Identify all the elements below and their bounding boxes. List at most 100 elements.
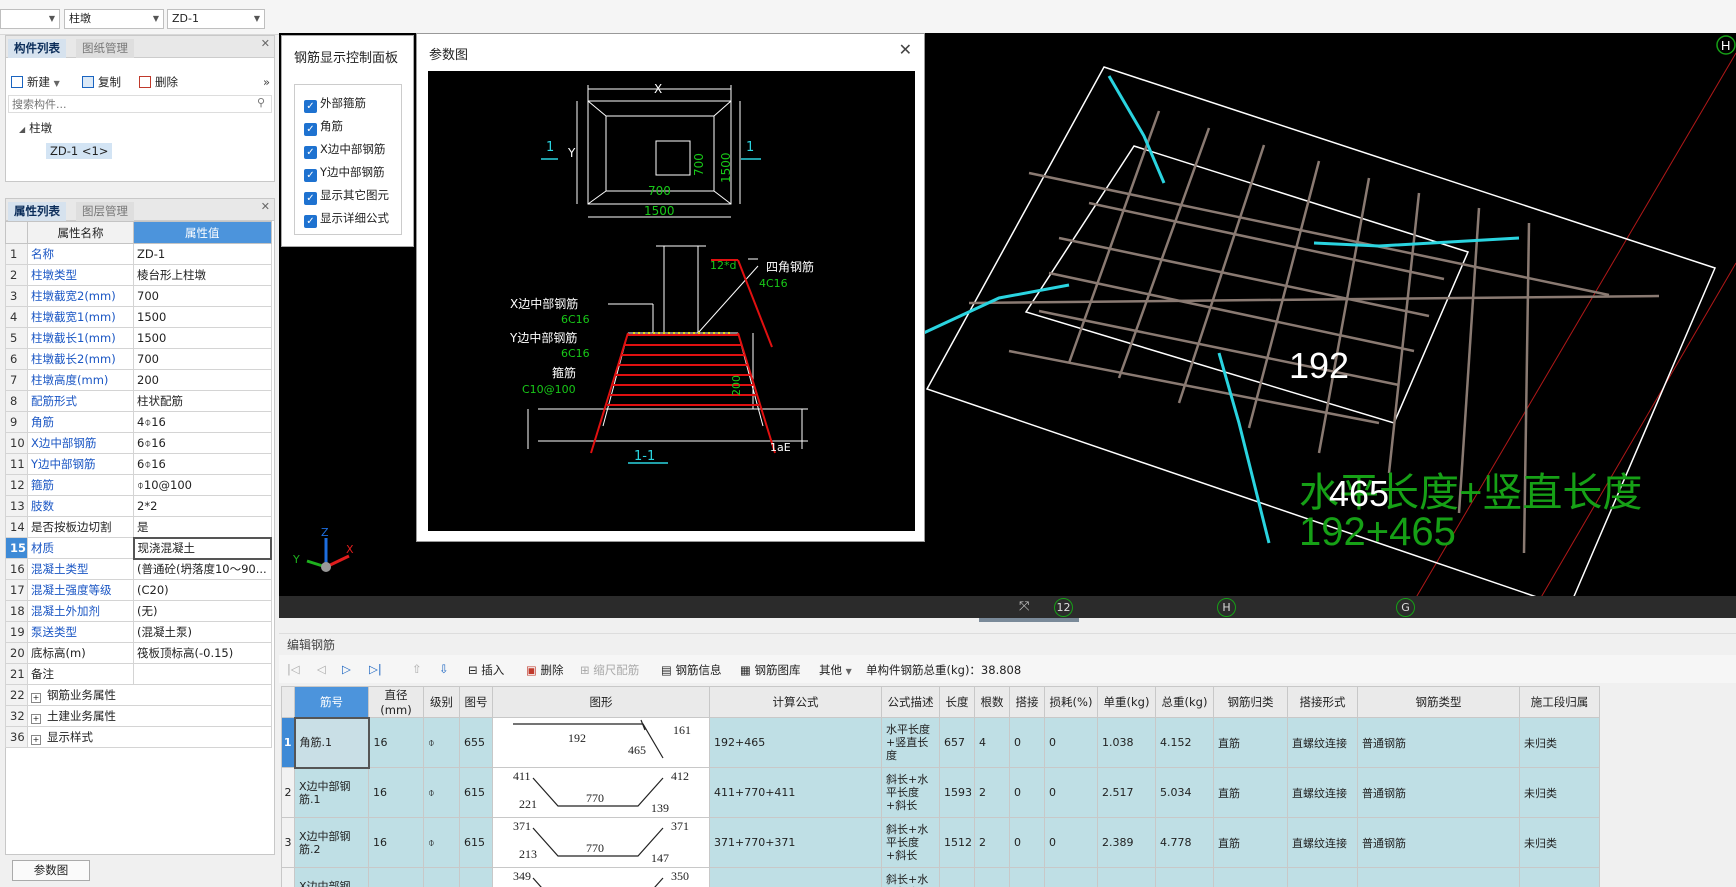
rebar-unit-weight[interactable]: 2.321 bbox=[1097, 867, 1156, 887]
rebar-loss[interactable]: 0 bbox=[1044, 717, 1098, 768]
rebar-name[interactable]: 角筋.1 bbox=[293, 716, 370, 769]
rebar-type[interactable]: 普通钢筋 bbox=[1357, 717, 1520, 768]
tab-attr-list[interactable]: 属性列表 bbox=[8, 202, 66, 221]
component-select[interactable]: ZD-1 ▼ bbox=[167, 9, 265, 29]
checkbox-checked-icon[interactable]: ✓ bbox=[304, 100, 317, 113]
attr-value[interactable]: 1500 bbox=[133, 306, 272, 328]
rebar-col-header[interactable]: 总重(kg) bbox=[1155, 686, 1214, 718]
rebar-unit-weight[interactable]: 1.038 bbox=[1097, 717, 1156, 768]
first-icon[interactable]: |◁ bbox=[287, 662, 300, 676]
attr-value[interactable]: 是 bbox=[133, 516, 272, 538]
rebar-formula[interactable]: 192+465 bbox=[709, 717, 882, 768]
rebar-col-header[interactable]: 根数 bbox=[974, 686, 1010, 718]
fit-view-icon[interactable]: ⤧ bbox=[1019, 599, 1029, 614]
attr-row[interactable]: 21 备注 bbox=[5, 663, 272, 685]
rebar-col-header[interactable]: 图形 bbox=[492, 686, 710, 718]
rebar-formula[interactable]: 411+770+411 bbox=[709, 767, 882, 818]
rebar-lap-form[interactable]: 直螺纹连接 bbox=[1287, 717, 1358, 768]
rebar-name[interactable]: X边中部钢筋.2 bbox=[294, 817, 369, 868]
rebar-class[interactable]: 直筋 bbox=[1213, 817, 1288, 868]
rebar-lap[interactable]: 0 bbox=[1009, 767, 1045, 818]
attr-value[interactable]: (普通砼(坍落度10～90... bbox=[133, 558, 272, 580]
rebar-diameter[interactable]: 16 bbox=[368, 817, 424, 868]
rebar-formula-desc[interactable]: 斜长+水平长度+斜长 bbox=[881, 817, 940, 868]
attr-value[interactable]: (无) bbox=[133, 600, 272, 622]
rebar-count[interactable]: 2 bbox=[974, 767, 1010, 818]
rebar-name[interactable]: X边中部钢筋.1 bbox=[294, 767, 369, 818]
rebar-diameter[interactable]: 16 bbox=[368, 717, 424, 768]
attr-row[interactable]: 2 柱墩类型 棱台形上柱墩 bbox=[5, 264, 272, 286]
option-x-mid-rebar[interactable]: ✓ X边中部钢筋 bbox=[304, 140, 385, 159]
rebar-length[interactable]: 1593 bbox=[939, 767, 975, 818]
new-button[interactable]: 新建 ▼ bbox=[11, 74, 60, 90]
checkbox-checked-icon[interactable]: ✓ bbox=[304, 123, 317, 136]
expand-icon[interactable]: + bbox=[31, 693, 41, 703]
rebar-type[interactable]: 普通钢筋 bbox=[1357, 867, 1520, 887]
rebar-figure-no[interactable]: 655 bbox=[459, 717, 493, 768]
option-outer-stirrup[interactable]: ✓ 外部箍筋 bbox=[304, 94, 366, 113]
rebar-col-header[interactable]: 单重(kg) bbox=[1097, 686, 1156, 718]
more-icon[interactable]: » bbox=[263, 74, 270, 90]
rebar-total-weight[interactable]: 4.642 bbox=[1155, 867, 1214, 887]
rebar-col-header[interactable]: 计算公式 bbox=[709, 686, 882, 718]
attr-row[interactable]: 8 配筋形式 柱状配筋 bbox=[5, 390, 272, 412]
attr-row[interactable]: 11 Y边中部钢筋 6⌽16 bbox=[5, 453, 272, 475]
attr-row[interactable]: 5 柱墩截长1(mm) 1500 bbox=[5, 327, 272, 349]
rebar-col-header[interactable]: 长度 bbox=[939, 686, 975, 718]
rebar-formula-desc[interactable]: 斜长+水平长度+斜长 bbox=[881, 767, 940, 818]
rebar-unit-weight[interactable]: 2.517 bbox=[1097, 767, 1156, 818]
attr-row[interactable]: 9 角筋 4⌽16 bbox=[5, 411, 272, 433]
rebar-grade[interactable]: ⌽ bbox=[423, 817, 460, 868]
rebar-grade[interactable]: ⌽ bbox=[423, 717, 460, 768]
rebar-formula[interactable]: 349+770+349 bbox=[709, 867, 882, 887]
attr-value[interactable]: 200 bbox=[133, 369, 272, 391]
component-search-input[interactable] bbox=[8, 95, 272, 113]
rebar-length[interactable]: 1469 bbox=[939, 867, 975, 887]
rebar-lap[interactable]: 0 bbox=[1009, 867, 1045, 887]
scale-rebar-button[interactable]: ⊞ 缩尺配筋 bbox=[580, 662, 639, 678]
rebar-length[interactable]: 657 bbox=[939, 717, 975, 768]
option-show-formula[interactable]: ✓ 显示详细公式 bbox=[304, 209, 389, 228]
attr-row[interactable]: 7 柱墩高度(mm) 200 bbox=[5, 369, 272, 391]
rebar-col-header[interactable]: 直径(mm) bbox=[368, 686, 424, 718]
rebar-segment[interactable]: 未归类 bbox=[1519, 817, 1600, 868]
attr-row[interactable]: 36 + 显示样式 bbox=[5, 726, 272, 748]
rebar-name[interactable]: X边中部钢筋.3 bbox=[294, 867, 369, 887]
attr-row[interactable]: 10 X边中部钢筋 6⌽16 bbox=[5, 432, 272, 454]
attr-value[interactable]: 1500 bbox=[133, 327, 272, 349]
delete-button[interactable]: 删除 bbox=[139, 74, 178, 90]
attr-row[interactable]: 14 是否按板边切割是 bbox=[5, 516, 272, 538]
checkbox-checked-icon[interactable]: ✓ bbox=[304, 146, 317, 159]
attr-row[interactable]: 18 混凝土外加剂 (无) bbox=[5, 600, 272, 622]
attr-row[interactable]: 16 混凝土类型 (普通砼(坍落度10～90... bbox=[5, 558, 272, 580]
expand-icon[interactable]: + bbox=[31, 735, 41, 745]
move-down-icon[interactable]: ⇩ bbox=[439, 662, 449, 676]
next-icon[interactable]: ▷ bbox=[342, 662, 351, 676]
attr-value[interactable]: ZD-1 bbox=[133, 243, 272, 265]
checkbox-checked-icon[interactable]: ✓ bbox=[304, 169, 317, 182]
param-drawing-button[interactable]: 参数图 bbox=[12, 860, 90, 881]
rebar-length[interactable]: 1512 bbox=[939, 817, 975, 868]
rebar-shape[interactable]: 192 465 161 bbox=[492, 717, 710, 768]
rebar-col-header[interactable]: 施工段归属 bbox=[1519, 686, 1600, 718]
rebar-info-button[interactable]: ▤ 钢筋信息 bbox=[661, 662, 722, 678]
attr-value[interactable]: 2*2 bbox=[133, 495, 272, 517]
tab-component-list[interactable]: 构件列表 bbox=[8, 39, 66, 58]
checkbox-checked-icon[interactable]: ✓ bbox=[304, 215, 317, 228]
attr-value[interactable]: 棱台形上柱墩 bbox=[133, 264, 272, 286]
attr-row[interactable]: 1 名称 ZD-1 bbox=[5, 243, 272, 265]
rebar-shape[interactable]: 371 371 213 770 147 bbox=[492, 817, 710, 868]
option-corner-rebar[interactable]: ✓ 角筋 bbox=[304, 117, 343, 136]
attr-value[interactable]: 柱状配筋 bbox=[133, 390, 272, 412]
rebar-grade[interactable]: ⌽ bbox=[423, 867, 460, 887]
rebar-figure-no[interactable]: 615 bbox=[459, 767, 493, 818]
rebar-col-header[interactable]: 筋号 bbox=[294, 686, 369, 718]
rebar-total-weight[interactable]: 4.152 bbox=[1155, 717, 1214, 768]
rebar-grade[interactable]: ⌽ bbox=[423, 767, 460, 818]
move-up-icon[interactable]: ⇧ bbox=[412, 662, 422, 676]
rebar-class[interactable]: 直筋 bbox=[1213, 767, 1288, 818]
attr-value[interactable]: 4⌽16 bbox=[133, 411, 272, 433]
rebar-col-header[interactable]: 钢筋类型 bbox=[1357, 686, 1520, 718]
attr-row[interactable]: 17 混凝土强度等级 (C20) bbox=[5, 579, 272, 601]
rebar-col-header[interactable]: 公式描述 bbox=[881, 686, 940, 718]
